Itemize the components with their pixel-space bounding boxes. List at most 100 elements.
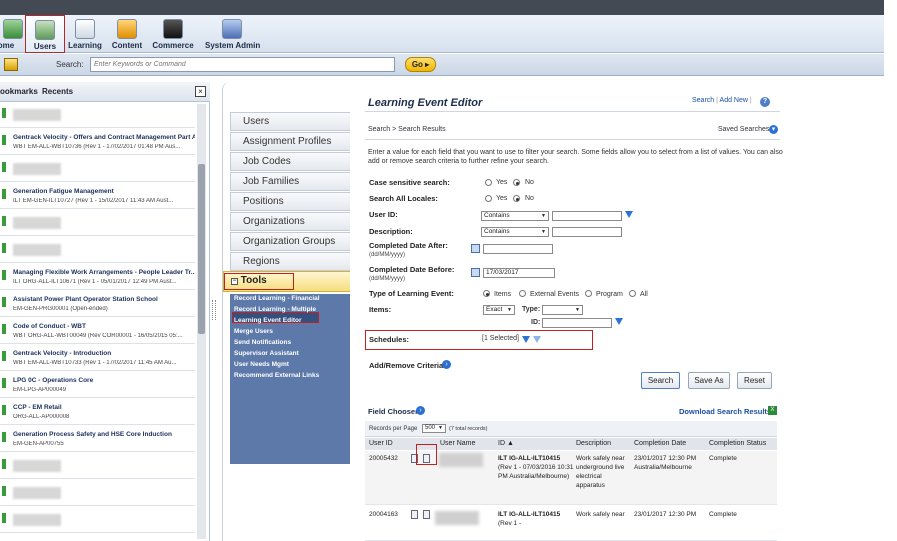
case-sensitive-yes-radio[interactable] bbox=[485, 179, 492, 186]
clear-filter-icon[interactable] bbox=[533, 336, 541, 343]
saved-searches-link[interactable]: Saved Searches bbox=[718, 126, 769, 133]
list-item[interactable] bbox=[0, 509, 195, 533]
scrollbar-thumb[interactable] bbox=[198, 164, 205, 334]
excel-icon[interactable]: X bbox=[768, 406, 777, 415]
arrow-right-icon[interactable]: › bbox=[416, 406, 425, 415]
menu-item[interactable]: Organizations bbox=[230, 212, 351, 231]
completed-after-input[interactable] bbox=[483, 244, 553, 254]
calendar-icon[interactable] bbox=[471, 244, 480, 253]
search-link[interactable]: Search bbox=[692, 97, 714, 104]
list-item[interactable] bbox=[0, 212, 195, 236]
col-completion-status[interactable]: Completion Status bbox=[709, 440, 766, 447]
col-user-id[interactable]: User ID bbox=[369, 440, 393, 447]
document-icon[interactable] bbox=[411, 510, 418, 519]
nav-learning[interactable]: Learning bbox=[66, 15, 104, 53]
list-item[interactable]: Assistant Power Plant Operator Station S… bbox=[0, 293, 195, 317]
tools-submenu-item[interactable]: Recommend External Links bbox=[234, 372, 319, 379]
add-new-link[interactable]: Add New bbox=[720, 97, 748, 104]
list-item[interactable]: CCP - EM Retail ORG-ALL-AP000008 bbox=[0, 401, 195, 425]
system-admin-icon bbox=[222, 19, 242, 39]
calendar-icon[interactable] bbox=[471, 268, 480, 277]
list-item[interactable]: Managing Flexible Work Arrangements - Pe… bbox=[0, 266, 195, 290]
menu-item[interactable]: Organization Groups bbox=[230, 232, 351, 251]
tools-submenu-item[interactable]: Record Learning - Financial bbox=[234, 295, 320, 302]
tools-submenu-item[interactable]: Learning Event Editor bbox=[234, 317, 302, 324]
add-remove-criteria-link[interactable]: Add/Remove Criteria bbox=[369, 361, 443, 370]
type-external-events-radio[interactable] bbox=[519, 290, 526, 297]
type-program-radio[interactable] bbox=[585, 290, 592, 297]
nav-users[interactable]: Users bbox=[25, 15, 65, 53]
nav-commerce[interactable]: Commerce bbox=[151, 15, 195, 53]
user-id-operator-select[interactable]: Contains ▼ bbox=[481, 211, 549, 221]
download-results-link[interactable]: Download Search Results bbox=[679, 407, 771, 416]
panel-scrollbar[interactable] bbox=[197, 104, 206, 539]
col-description[interactable]: Description bbox=[576, 440, 611, 447]
cell-id[interactable]: ILT IG-ALL-ILT10415 (Rev 1 - bbox=[498, 510, 574, 528]
panel-splitter[interactable] bbox=[212, 300, 216, 320]
list-item[interactable]: Code of Conduct - WBT WBT ORG-ALL-WBT0004… bbox=[0, 320, 195, 344]
filter-icon[interactable] bbox=[615, 318, 623, 325]
all-locales-no-radio[interactable] bbox=[513, 195, 520, 202]
description-input[interactable] bbox=[552, 227, 622, 237]
list-item[interactable] bbox=[0, 482, 195, 506]
case-sensitive-no-radio[interactable] bbox=[513, 179, 520, 186]
help-icon[interactable]: ? bbox=[760, 97, 770, 107]
search-button[interactable]: Search bbox=[641, 372, 680, 389]
type-items-radio[interactable] bbox=[483, 290, 490, 297]
menu-item[interactable]: Job Codes bbox=[230, 152, 351, 171]
col-id[interactable]: ID ▲ bbox=[498, 440, 514, 447]
list-item[interactable]: LPG 0C - Operations Core EM-LPG-AP000049 bbox=[0, 374, 195, 398]
list-item[interactable] bbox=[0, 239, 195, 263]
search-input[interactable] bbox=[90, 57, 395, 72]
type-all-radio[interactable] bbox=[629, 290, 636, 297]
nav-system-admin[interactable]: System Admin bbox=[205, 15, 260, 53]
menu-item[interactable]: Regions bbox=[230, 252, 351, 271]
tab-recents[interactable]: Recents bbox=[42, 87, 73, 96]
menu-item[interactable]: Assignment Profiles bbox=[230, 132, 351, 151]
menu-item[interactable]: Positions bbox=[230, 192, 351, 211]
go-button[interactable]: Go ▸ bbox=[405, 57, 436, 72]
bookmark-icon[interactable] bbox=[4, 58, 18, 71]
reset-button[interactable]: Reset bbox=[737, 372, 772, 389]
nav-content[interactable]: Content bbox=[109, 15, 145, 53]
col-completion-date[interactable]: Completion Date bbox=[634, 440, 686, 447]
items-id-input[interactable] bbox=[542, 318, 612, 328]
tools-submenu-item[interactable]: Merge Users bbox=[234, 328, 273, 335]
tools-submenu-item[interactable]: Send Notifications bbox=[234, 339, 291, 346]
list-item[interactable]: Gentrack Velocity - Introduction WBT EM-A… bbox=[0, 347, 195, 371]
tools-submenu-item[interactable]: Supervisor Assistant bbox=[234, 350, 299, 357]
tools-label[interactable]: − Tools bbox=[224, 273, 294, 290]
filter-icon[interactable] bbox=[522, 336, 530, 343]
field-chooser-link[interactable]: Field Chooser bbox=[368, 407, 418, 416]
col-user-name[interactable]: User Name bbox=[440, 440, 475, 447]
filter-icon[interactable] bbox=[625, 211, 633, 218]
list-item[interactable] bbox=[0, 455, 195, 479]
arrow-right-icon[interactable]: › bbox=[442, 360, 451, 369]
completed-before-input[interactable]: 17/03/2017 bbox=[483, 268, 555, 278]
menu-item[interactable]: Job Families bbox=[230, 172, 351, 191]
chevron-down-icon[interactable]: ▾ bbox=[769, 125, 778, 134]
list-item[interactable] bbox=[0, 158, 195, 182]
tools-submenu-item[interactable]: User Needs Mgmt bbox=[234, 361, 289, 368]
list-item[interactable] bbox=[0, 104, 195, 128]
item-type-icon bbox=[2, 162, 6, 172]
cell-id[interactable]: ILT IG-ALL-ILT10415 (Rev 1 - 07/03/2016 … bbox=[498, 454, 574, 481]
list-item[interactable]: Gentrack Velocity - Offers and Contract … bbox=[0, 131, 195, 155]
user-id-input[interactable] bbox=[552, 211, 622, 221]
list-item[interactable]: Generation Process Safety and HSE Core I… bbox=[0, 428, 195, 452]
tools-submenu-item[interactable]: Record Learning - Multiple bbox=[234, 306, 316, 313]
save-as-button[interactable]: Save As bbox=[688, 372, 730, 389]
list-item[interactable]: Generation Fatigue Management ILT EM-GEN-… bbox=[0, 185, 195, 209]
close-icon[interactable]: × bbox=[195, 86, 206, 97]
all-locales-yes-radio[interactable] bbox=[485, 195, 492, 202]
items-type-select[interactable]: ▼ bbox=[542, 305, 583, 315]
nav-home[interactable]: Home bbox=[0, 15, 23, 53]
menu-item[interactable]: Users bbox=[230, 112, 351, 131]
record-icon[interactable] bbox=[423, 510, 430, 519]
description-operator-select[interactable]: Contains ▼ bbox=[481, 227, 549, 237]
items-match-select[interactable]: Exact ▼ bbox=[483, 305, 515, 315]
collapse-icon: − bbox=[231, 278, 238, 285]
tab-bookmarks[interactable]: ookmarks bbox=[0, 87, 38, 96]
table-row[interactable]: 20004163 ILT IG-ALL-ILT10415 (Rev 1 - Wo… bbox=[365, 507, 777, 541]
records-per-page-select[interactable]: 500 ▼ bbox=[422, 424, 446, 433]
